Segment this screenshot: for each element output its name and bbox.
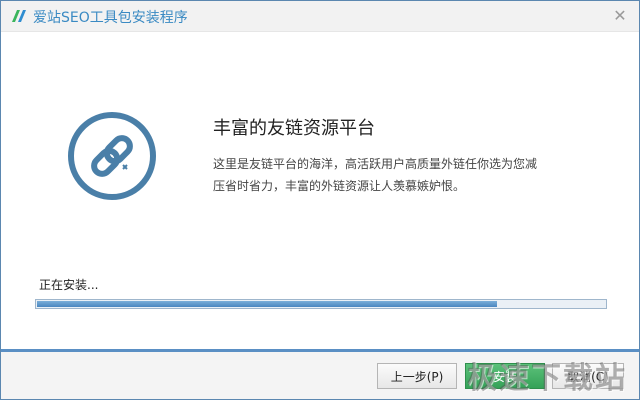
progress-fill xyxy=(37,301,497,307)
title-bar: 爱站SEO工具包安装程序 ✕ xyxy=(1,1,639,32)
cancel-button[interactable]: 取消(C) xyxy=(552,363,624,389)
feature-heading: 丰富的友链资源平台 xyxy=(213,118,375,139)
installer-window: 爱站SEO工具包安装程序 ✕ 丰富的友链资源平台 这里是友链平台的海洋，高活跃用… xyxy=(0,0,640,400)
back-button[interactable]: 上一步(P) xyxy=(377,363,457,389)
chain-link-icon xyxy=(68,112,156,200)
install-button[interactable]: 安装 xyxy=(465,363,545,389)
install-status: 正在安装... xyxy=(39,278,99,292)
aizhan-logo-icon xyxy=(12,10,26,22)
feature-description: 这里是友链平台的海洋，高活跃用户高质量外链任你选为您减压省时省力，丰富的外链资源… xyxy=(213,157,538,193)
button-bar: 上一步(P) 安装 取消(C) xyxy=(1,352,639,399)
close-icon: ✕ xyxy=(613,6,627,25)
window-title: 爱站SEO工具包安装程序 xyxy=(33,10,188,26)
close-button[interactable]: ✕ xyxy=(611,7,629,25)
install-progress-bar xyxy=(35,299,607,309)
